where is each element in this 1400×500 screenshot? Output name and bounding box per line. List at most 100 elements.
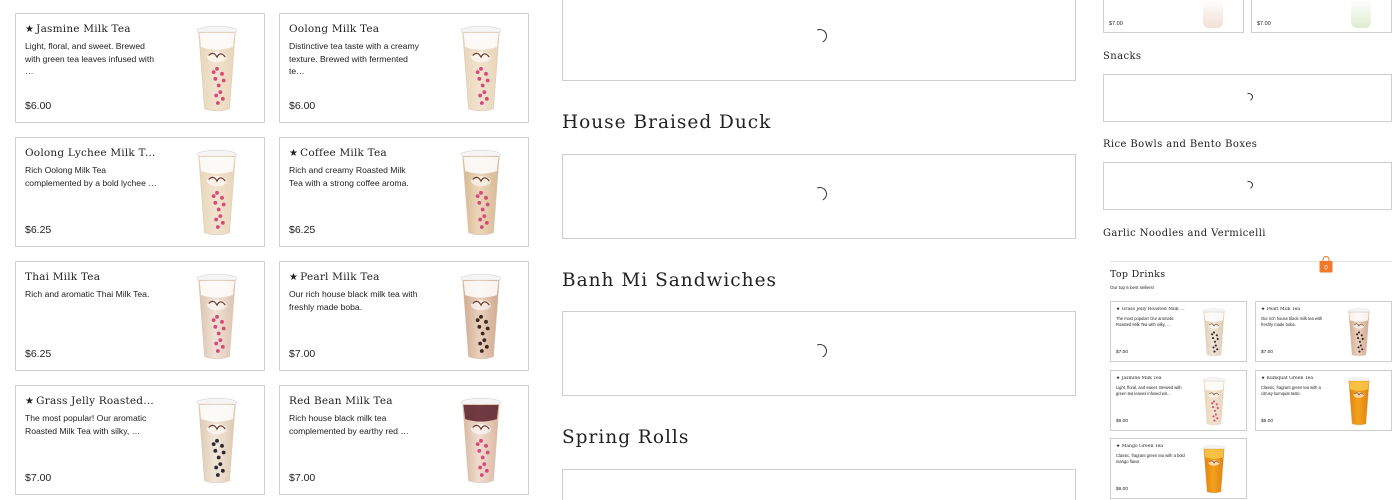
product-description: Rich house black milk tea complemented b… [289, 413, 409, 436]
product-name-text: Pearl Milk Tea [300, 271, 380, 283]
category-title-snacks: Snacks [1103, 51, 1142, 62]
product-description: Rich Oolong Milk Tea complemented by a b… [25, 165, 157, 188]
star-icon: ★ [1261, 376, 1266, 381]
divider [1110, 261, 1392, 262]
section-panel-house-braised-duck [562, 154, 1076, 239]
product-description: Classic, fragrant green tea with a bold … [1116, 453, 1185, 464]
product-card[interactable]: Oolong Milk Tea Distinctive tea taste wi… [279, 13, 529, 123]
product-card[interactable]: Red Bean Milk Tea Rich house black milk … [279, 385, 529, 495]
star-icon: ★ [1261, 307, 1266, 312]
product-description: Rich and creamy Roasted Milk Tea with a … [289, 165, 409, 188]
product-price: $7.00 [1261, 350, 1274, 355]
product-description: The most popular! Our aromatic Roasted M… [25, 413, 147, 436]
product-name: Red Bean Milk Tea [289, 395, 421, 407]
product-card[interactable]: ★ Coffee Milk Tea Rich and creamy Roasted… [279, 137, 529, 247]
category-panel-snacks [1103, 74, 1392, 122]
star-icon: ★ [289, 272, 299, 283]
drink-image [456, 146, 506, 238]
product-description: Light, floral, and sweet. Brewed with gr… [1116, 385, 1182, 396]
product-price: $6.00 [289, 100, 316, 112]
top-drink-card[interactable]: ★ Pearl Milk Tea Our rich house black mi… [1255, 301, 1392, 362]
product-name: ★ Kumquat Green Tea [1261, 376, 1331, 381]
product-name: ★ Mango Green Tea [1116, 444, 1186, 449]
drink-image [1200, 443, 1228, 495]
section-title-house-braised-duck: House Braised Duck [562, 112, 772, 133]
drink-image [456, 270, 506, 362]
spinner-icon [811, 27, 829, 45]
product-description: Our rich house black milk tea with fresh… [289, 289, 418, 312]
product-name-text: Mango Green Tea [1121, 444, 1164, 449]
product-name: ★ Grass Jelly Roasted Milk … [1116, 307, 1186, 312]
product-name: ★ Jasmine Milk Tea [1116, 376, 1186, 381]
spinner-icon [1243, 91, 1255, 103]
drink-image [456, 22, 506, 114]
top-drinks-title: Top Drinks [1110, 269, 1166, 280]
product-card[interactable]: Oolong Lychee Milk Tea Rich Oolong Milk … [15, 137, 265, 247]
star-icon: ★ [1116, 376, 1121, 381]
product-name: Thai Milk Tea [25, 271, 157, 283]
product-name-text: Coffee Milk Tea [300, 147, 387, 159]
product-price: $6.25 [25, 224, 52, 236]
product-price: $7.00 [25, 472, 52, 484]
drink-image [456, 394, 506, 486]
product-name: ★ Jasmine Milk Tea [25, 23, 157, 35]
product-name: ★ Pearl Milk Tea [289, 271, 421, 283]
product-card[interactable]: ★Grass Jelly Roasted Milk … The most pop… [15, 385, 265, 495]
product-card[interactable]: Thai Milk Tea Rich and aromatic Thai Mil… [15, 261, 265, 371]
star-icon: ★ [289, 148, 299, 159]
category-title-rice-bowls: Rice Bowls and Bento Boxes [1103, 139, 1258, 150]
product-description: Our rich house black milk tea with fresh… [1261, 316, 1323, 327]
section-title-banh-mi-sandwiches: Banh Mi Sandwiches [562, 270, 778, 291]
spinner-icon [1243, 179, 1255, 191]
product-card[interactable]: ★ Jasmine Milk Tea Light, floral, and swe… [15, 13, 265, 123]
product-name: ★Grass Jelly Roasted Milk … [25, 395, 157, 407]
top-drink-card[interactable]: ★ Jasmine Milk Tea Light, floral, and sw… [1110, 370, 1247, 431]
top-drink-card[interactable]: ★ Mango Green Tea Classic, fragrant gree… [1110, 438, 1247, 499]
product-name-text: Oolong Lychee Milk Tea [25, 147, 157, 159]
product-price: $7.00 [1109, 21, 1123, 27]
drink-image [1200, 306, 1228, 358]
product-price: $7.00 [1116, 350, 1129, 355]
product-price: $6.00 [25, 100, 52, 112]
star-icon: ★ [25, 24, 35, 35]
top-drink-card[interactable]: ★ Grass Jelly Roasted Milk … The most po… [1110, 301, 1247, 362]
star-icon: ★ [25, 396, 35, 407]
product-price: $6.00 [1261, 419, 1274, 424]
product-name: Oolong Lychee Milk Tea [25, 147, 157, 159]
mini-product-card[interactable]: $7.00 [1251, 0, 1392, 33]
category-title-garlic-noodles: Garlic Noodles and Vermicelli [1103, 228, 1266, 239]
product-name-text: Grass Jelly Roasted Milk … [36, 395, 157, 407]
product-description: Light, floral, and sweet. Brewed with gr… [25, 41, 154, 76]
product-card[interactable]: ★ Pearl Milk Tea Our rich house black mil… [279, 261, 529, 371]
shopping-bag-icon[interactable]: 0 [1319, 256, 1333, 273]
drink-image [1200, 375, 1228, 427]
product-name-text: Kumquat Green Tea [1266, 376, 1314, 381]
top-drink-card[interactable]: ★ Kumquat Green Tea Classic, fragrant gr… [1255, 370, 1392, 431]
drink-image [1351, 0, 1371, 28]
drink-image [192, 270, 242, 362]
product-description: The most popular! Our aromatic Roasted M… [1116, 316, 1174, 327]
drink-image [1345, 375, 1373, 427]
product-name: ★ Coffee Milk Tea [289, 147, 421, 159]
product-price: $7.00 [289, 348, 316, 360]
product-description: Distinctive tea taste with a creamy text… [289, 41, 419, 76]
product-price: $7.00 [289, 472, 316, 484]
product-name: ★ Pearl Milk Tea [1261, 307, 1331, 312]
product-name-text: Grass Jelly Roasted Milk … [1121, 307, 1185, 312]
product-price: $6.25 [25, 348, 52, 360]
drink-image [1203, 0, 1223, 28]
mini-product-card[interactable]: $7.00 [1103, 0, 1244, 33]
drink-image [192, 394, 242, 486]
product-name-text: Jasmine Milk Tea [1121, 376, 1162, 381]
product-name-text: Oolong Milk Tea [289, 23, 380, 35]
star-icon: ★ [1116, 444, 1121, 449]
star-icon: ★ [1116, 307, 1121, 312]
top-drinks-subtitle: Our top 6 best sellers! [1110, 285, 1155, 290]
product-description: Rich and aromatic Thai Milk Tea. [25, 289, 150, 299]
product-price: $7.00 [1257, 21, 1271, 27]
drink-image [1345, 306, 1373, 358]
section-panel-banh-mi-sandwiches [562, 311, 1076, 396]
spinner-icon [811, 342, 829, 360]
product-name: Oolong Milk Tea [289, 23, 421, 35]
drink-image [192, 22, 242, 114]
